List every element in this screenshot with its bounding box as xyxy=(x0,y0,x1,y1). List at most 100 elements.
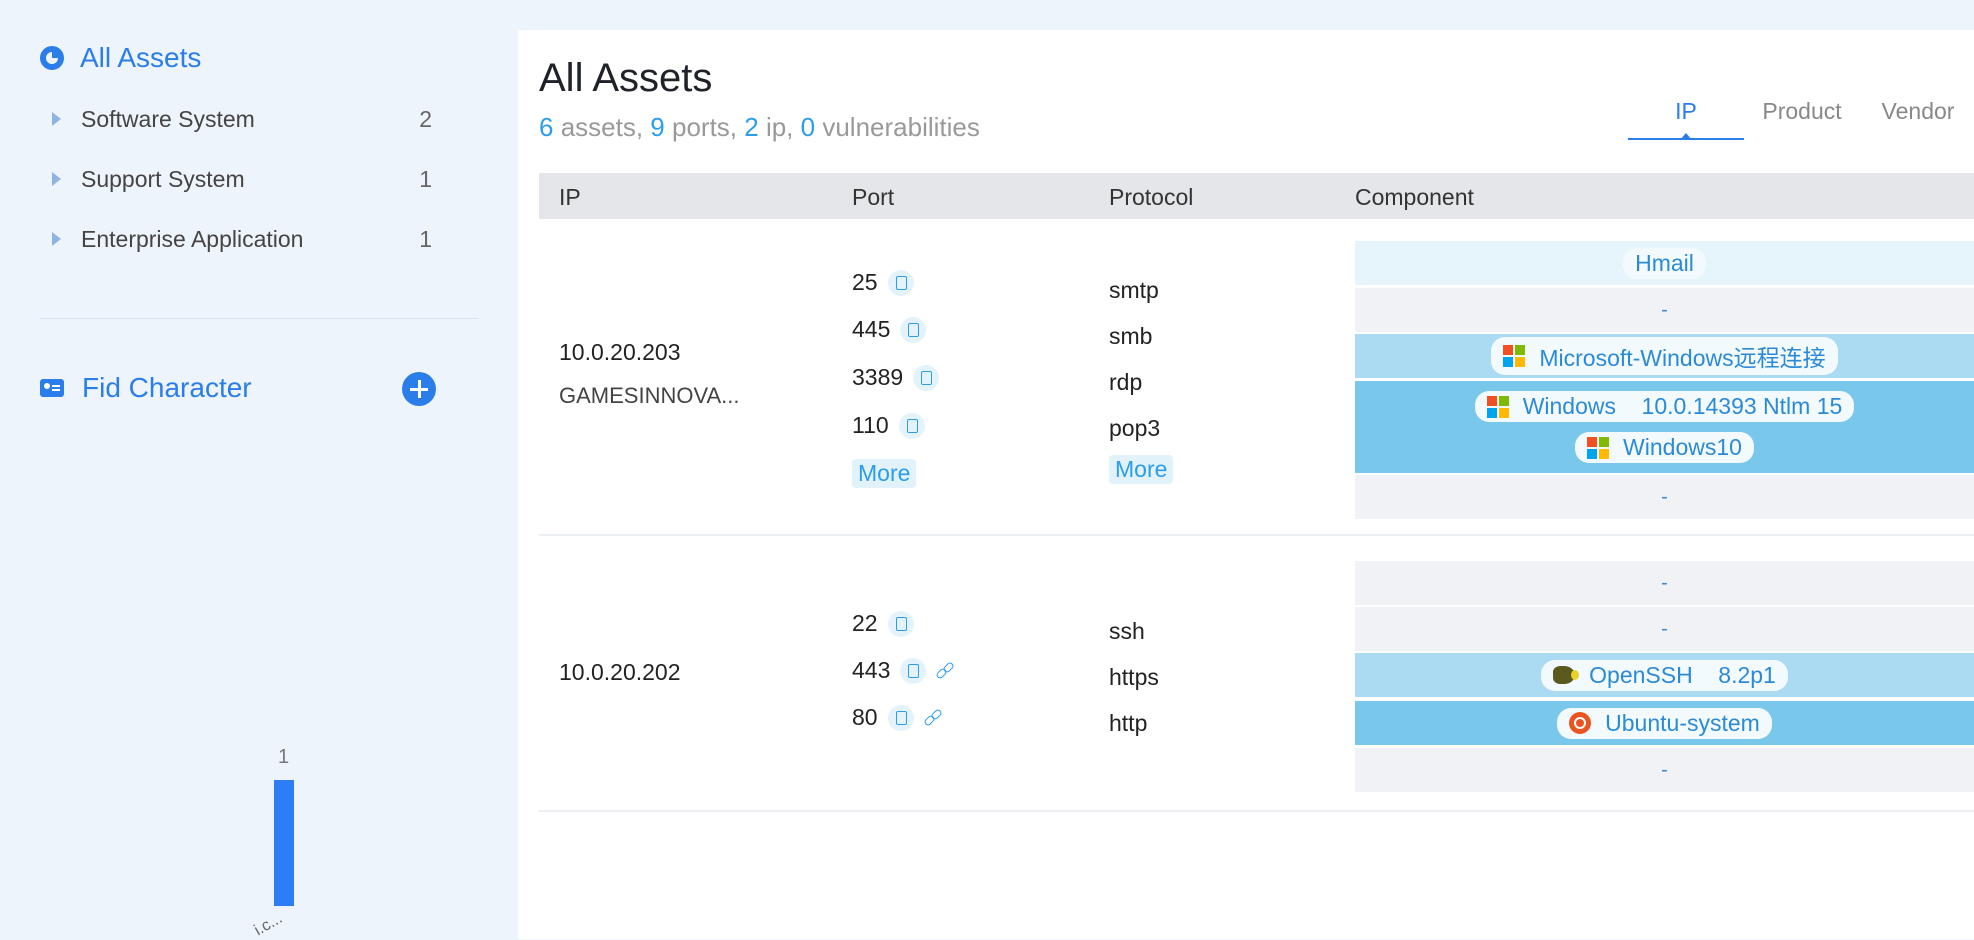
caret-right-icon[interactable] xyxy=(52,112,61,126)
component-cell: OpenSSH 8.2p1 xyxy=(1355,653,1974,697)
view-tabs: IP Product Vendor xyxy=(1628,98,1974,140)
link-icon[interactable] xyxy=(924,709,942,727)
component-cell: Ubuntu-system xyxy=(1355,701,1974,745)
component-empty: - xyxy=(1661,617,1668,640)
protocol-name: ssh xyxy=(1109,618,1145,644)
page-title: All Assets xyxy=(539,56,713,100)
component-cell: Microsoft-Windows远程连接 xyxy=(1355,334,1974,378)
port-number: 25 xyxy=(852,269,878,295)
component-name: Ubuntu-system xyxy=(1605,709,1760,736)
windows-logo-icon xyxy=(1486,395,1509,418)
tree-item-software-system[interactable]: Software System 2 xyxy=(52,99,432,139)
caret-right-icon[interactable] xyxy=(52,232,61,246)
ports-text: ports, xyxy=(664,112,745,142)
component-cell: - xyxy=(1355,607,1974,651)
id-card-icon xyxy=(40,379,64,397)
table-row: 10.0.20.202 22 443 80 ssh https http - - xyxy=(539,536,1974,812)
ip-text: ip, xyxy=(758,112,801,142)
vulnerabilities-text: vulnerabilities xyxy=(815,112,980,142)
port-details-icon[interactable] xyxy=(887,610,914,637)
port-details-icon[interactable] xyxy=(887,704,914,731)
tab-ip[interactable]: IP xyxy=(1628,98,1744,140)
more-protocols-button[interactable]: More xyxy=(1109,455,1174,484)
port-entry: 22 xyxy=(852,610,914,637)
tree-item-support-system[interactable]: Support System 1 xyxy=(52,159,432,199)
more-ports-button[interactable]: More xyxy=(852,459,917,488)
protocol-name: pop3 xyxy=(1109,415,1161,441)
protocol-name: rdp xyxy=(1109,369,1143,395)
component-name: Windows 10.0.14393 Ntlm 15 xyxy=(1522,393,1843,419)
link-icon[interactable] xyxy=(936,662,954,680)
vulnerabilities-count: 0 xyxy=(800,112,816,142)
chart-tick-label: i.c... xyxy=(251,909,286,940)
fid-mini-chart: 1 i.c... xyxy=(250,740,320,939)
port-number: 22 xyxy=(852,610,878,636)
chart-bar[interactable] xyxy=(274,780,294,906)
component-name: Windows10 xyxy=(1623,434,1742,460)
protocol-name: smtp xyxy=(1109,277,1159,303)
tab-vendor[interactable]: Vendor xyxy=(1860,98,1974,138)
tab-product[interactable]: Product xyxy=(1744,98,1860,138)
component-tag[interactable]: Microsoft-Windows远程连接 xyxy=(1491,337,1838,375)
component-cell: - xyxy=(1355,288,1974,332)
tree-item-label: Software System xyxy=(81,105,255,132)
component-cell: - xyxy=(1355,561,1974,605)
component-tag[interactable]: Windows 10.0.14393 Ntlm 15 xyxy=(1474,391,1855,422)
ip-address: 10.0.20.203 xyxy=(559,339,681,365)
column-header-ip: IP xyxy=(559,184,581,210)
assets-count: 6 xyxy=(539,112,554,142)
port-entry: 110 xyxy=(852,412,925,439)
windows-logo-icon xyxy=(1587,436,1610,459)
port-number: 3389 xyxy=(852,364,904,390)
port-details-icon[interactable] xyxy=(898,412,925,439)
component-empty: - xyxy=(1661,758,1668,781)
pie-chart-icon xyxy=(40,46,64,70)
sidebar-divider xyxy=(40,318,478,319)
component-cell: - xyxy=(1355,475,1974,519)
windows-logo-icon xyxy=(1503,345,1526,367)
component-name: Hmail xyxy=(1635,249,1694,276)
component-cell: - xyxy=(1355,748,1974,792)
port-entry: 3389 xyxy=(852,364,940,391)
port-number: 445 xyxy=(852,316,891,342)
ports-count: 9 xyxy=(650,112,665,142)
component-cell: Hmail xyxy=(1355,241,1974,285)
component-empty: - xyxy=(1661,571,1668,594)
assets-text: assets, xyxy=(553,112,651,142)
sidebar: All Assets Software System 2 Support Sys… xyxy=(0,0,518,939)
hostname: GAMESINNOVA... xyxy=(559,383,740,408)
port-number: 80 xyxy=(852,704,878,730)
component-empty: - xyxy=(1661,298,1668,321)
ip-count: 2 xyxy=(744,112,759,142)
ubuntu-logo-icon xyxy=(1569,712,1592,734)
port-details-icon[interactable] xyxy=(900,316,927,343)
tree-item-count: 2 xyxy=(419,105,432,132)
port-entry: 445 xyxy=(852,316,927,343)
component-tag[interactable]: Windows10 xyxy=(1575,432,1754,463)
port-entry: 25 xyxy=(852,269,914,296)
component-cell: Windows 10.0.14393 Ntlm 15 Windows10 xyxy=(1355,381,1974,473)
port-details-icon[interactable] xyxy=(887,269,914,296)
all-assets-nav[interactable]: All Assets xyxy=(40,42,201,74)
port-entry: 80 xyxy=(852,704,942,731)
port-details-icon[interactable] xyxy=(913,364,940,391)
chart-bar-value: 1 xyxy=(278,746,290,768)
main-panel: All Assets 6 assets, 9 ports, 2 ip, 0 vu… xyxy=(518,30,1974,939)
component-name: OpenSSH 8.2p1 xyxy=(1589,661,1776,688)
tree-item-enterprise-application[interactable]: Enterprise Application 1 xyxy=(52,219,432,259)
component-tag[interactable]: Hmail xyxy=(1623,247,1706,279)
tree-item-label: Enterprise Application xyxy=(81,225,304,252)
component-tag[interactable]: Ubuntu-system xyxy=(1557,707,1772,739)
asset-summary: 6 assets, 9 ports, 2 ip, 0 vulnerabiliti… xyxy=(539,112,980,143)
component-tag[interactable]: OpenSSH 8.2p1 xyxy=(1541,659,1788,691)
table-header: IP Port Protocol Component xyxy=(539,173,1974,219)
fid-character-label: Fid Character xyxy=(82,372,252,403)
caret-right-icon[interactable] xyxy=(52,172,61,186)
port-details-icon[interactable] xyxy=(900,657,927,684)
tree-item-count: 1 xyxy=(419,225,432,252)
protocol-name: http xyxy=(1109,710,1148,736)
component-empty: - xyxy=(1661,485,1668,508)
column-header-port: Port xyxy=(852,184,895,210)
add-fid-character-button[interactable] xyxy=(402,372,436,406)
fid-character-header: Fid Character xyxy=(40,372,252,404)
